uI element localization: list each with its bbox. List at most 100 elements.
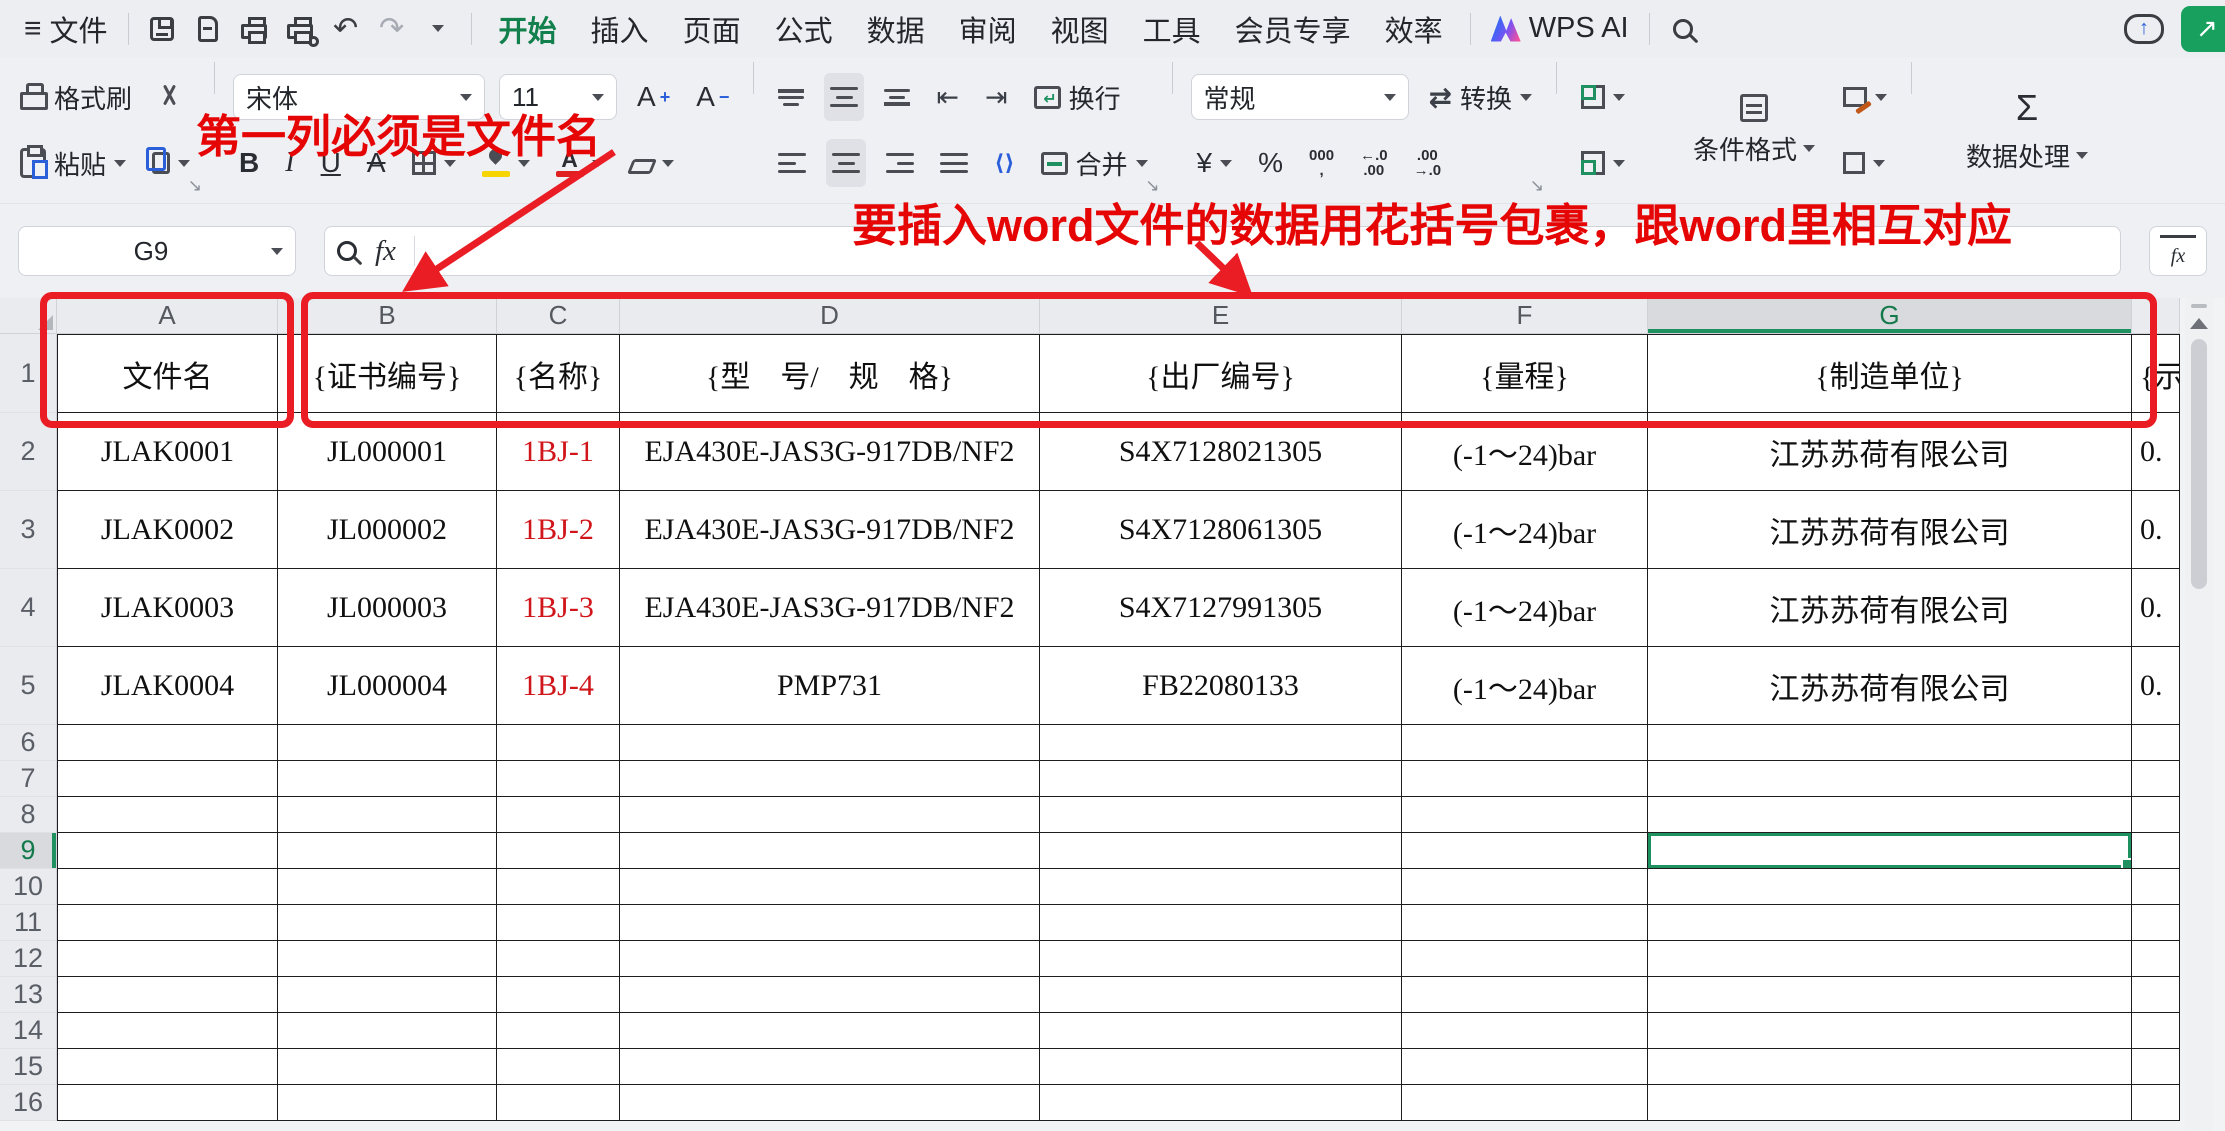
cell-E3[interactable]: S4X7128061305: [1040, 491, 1402, 569]
cell[interactable]: [1040, 977, 1402, 1013]
font-size-select[interactable]: 11: [499, 74, 617, 120]
column-header-A[interactable]: A: [57, 298, 278, 334]
cell[interactable]: [497, 797, 620, 833]
cell[interactable]: [57, 941, 278, 977]
cell[interactable]: [620, 1085, 1040, 1121]
underline-button[interactable]: U: [315, 139, 347, 187]
cell[interactable]: [57, 797, 278, 833]
cell[interactable]: [1648, 761, 2132, 797]
cell-H3-partial[interactable]: 0.: [2132, 491, 2180, 569]
align-right-button[interactable]: [880, 139, 920, 187]
tab-page[interactable]: 页面: [666, 0, 758, 57]
cell-A5[interactable]: JLAK0004: [57, 647, 278, 725]
column-header-G[interactable]: G: [1648, 298, 2132, 334]
quick-toolbar-more-button[interactable]: [415, 6, 461, 52]
justify-button[interactable]: [934, 139, 974, 187]
cell-F2[interactable]: (-1～24)bar: [1402, 413, 1648, 491]
cell[interactable]: [2132, 833, 2180, 869]
cell[interactable]: [2132, 797, 2180, 833]
table-style-button[interactable]: [1837, 73, 1893, 121]
cell[interactable]: [278, 797, 497, 833]
file-menu[interactable]: ≡ 文件: [14, 6, 118, 52]
bold-button[interactable]: B: [233, 139, 265, 187]
cell-B1[interactable]: {证书编号}: [278, 334, 497, 413]
cell[interactable]: [1040, 941, 1402, 977]
cell[interactable]: [2132, 869, 2180, 905]
cell-C4[interactable]: 1BJ-3: [497, 569, 620, 647]
cell-F3[interactable]: (-1～24)bar: [1402, 491, 1648, 569]
row-header-12[interactable]: 12: [0, 941, 57, 977]
tab-efficiency[interactable]: 效率: [1368, 0, 1460, 57]
cell[interactable]: [278, 761, 497, 797]
cell[interactable]: [1648, 1085, 2132, 1121]
cell[interactable]: [620, 941, 1040, 977]
save-button[interactable]: [139, 6, 185, 52]
cell[interactable]: [1040, 725, 1402, 761]
cell-C2[interactable]: 1BJ-1: [497, 413, 620, 491]
italic-button[interactable]: I: [279, 139, 300, 187]
tab-member[interactable]: 会员专享: [1218, 0, 1368, 57]
cell[interactable]: [1040, 869, 1402, 905]
frame-button[interactable]: [1837, 139, 1891, 187]
cell[interactable]: [1402, 1013, 1648, 1049]
cell[interactable]: [1040, 761, 1402, 797]
cell[interactable]: [57, 977, 278, 1013]
wps-ai-button[interactable]: WPS AI: [1481, 6, 1639, 52]
selected-cell-G9[interactable]: [1648, 833, 2132, 869]
row-column-button[interactable]: [1575, 139, 1631, 187]
cell-A1[interactable]: 文件名: [57, 334, 278, 413]
tab-insert[interactable]: 插入: [574, 0, 666, 57]
cell[interactable]: [1402, 725, 1648, 761]
cell-E5[interactable]: FB22080133: [1040, 647, 1402, 725]
cell-G4[interactable]: 江苏苏荷有限公司: [1648, 569, 2132, 647]
strikethrough-button[interactable]: A: [361, 139, 392, 187]
cell[interactable]: [497, 1013, 620, 1049]
cell[interactable]: [1648, 941, 2132, 977]
clear-format-button[interactable]: [624, 139, 680, 187]
cell-C1[interactable]: {名称}: [497, 334, 620, 413]
thousands-separator-button[interactable]: 000,: [1303, 139, 1340, 187]
cell[interactable]: [278, 977, 497, 1013]
cell[interactable]: [620, 1049, 1040, 1085]
cell[interactable]: [57, 833, 278, 869]
tab-review[interactable]: 审阅: [942, 0, 1034, 57]
wrap-text-button[interactable]: 换行: [1028, 73, 1127, 121]
row-header-13[interactable]: 13: [0, 977, 57, 1013]
cell[interactable]: [57, 761, 278, 797]
cell[interactable]: [1648, 905, 2132, 941]
cell-A4[interactable]: JLAK0003: [57, 569, 278, 647]
scroll-up-arrow-icon[interactable]: [2190, 318, 2208, 329]
scrollbar-split-handle[interactable]: [2191, 304, 2207, 308]
undo-button[interactable]: ↶: [323, 6, 369, 52]
increase-font-button[interactable]: A+: [631, 73, 676, 121]
scrollbar-thumb[interactable]: [2191, 339, 2207, 589]
cell-D1[interactable]: {型 号/ 规 格}: [620, 334, 1040, 413]
insert-cells-button[interactable]: [1575, 73, 1631, 121]
cell[interactable]: [1040, 1085, 1402, 1121]
cell[interactable]: [1402, 797, 1648, 833]
cell[interactable]: [620, 833, 1040, 869]
decrease-font-button[interactable]: A−: [690, 73, 735, 121]
row-header-7[interactable]: 7: [0, 761, 57, 797]
cell[interactable]: [1648, 725, 2132, 761]
cell-D3[interactable]: EJA430E-JAS3G-917DB/NF2: [620, 491, 1040, 569]
cell-F1[interactable]: {量程}: [1402, 334, 1648, 413]
row-header-10[interactable]: 10: [0, 869, 57, 905]
cell-H1-partial[interactable]: {示: [2132, 334, 2180, 413]
tab-formula[interactable]: 公式: [758, 0, 850, 57]
cell[interactable]: [497, 761, 620, 797]
cell[interactable]: [57, 905, 278, 941]
tab-view[interactable]: 视图: [1034, 0, 1126, 57]
number-format-select[interactable]: 常规: [1191, 74, 1409, 120]
print-button[interactable]: [231, 6, 277, 52]
cell-A3[interactable]: JLAK0002: [57, 491, 278, 569]
cell[interactable]: [1648, 1049, 2132, 1085]
dialog-launcher-icon[interactable]: ↘: [1145, 176, 1159, 196]
column-header-F[interactable]: F: [1402, 298, 1648, 334]
cell-D4[interactable]: EJA430E-JAS3G-917DB/NF2: [620, 569, 1040, 647]
percent-button[interactable]: %: [1252, 139, 1289, 187]
cell[interactable]: [278, 941, 497, 977]
cell[interactable]: [57, 1085, 278, 1121]
cell-A2[interactable]: JLAK0001: [57, 413, 278, 491]
cell-E2[interactable]: S4X7128021305: [1040, 413, 1402, 491]
